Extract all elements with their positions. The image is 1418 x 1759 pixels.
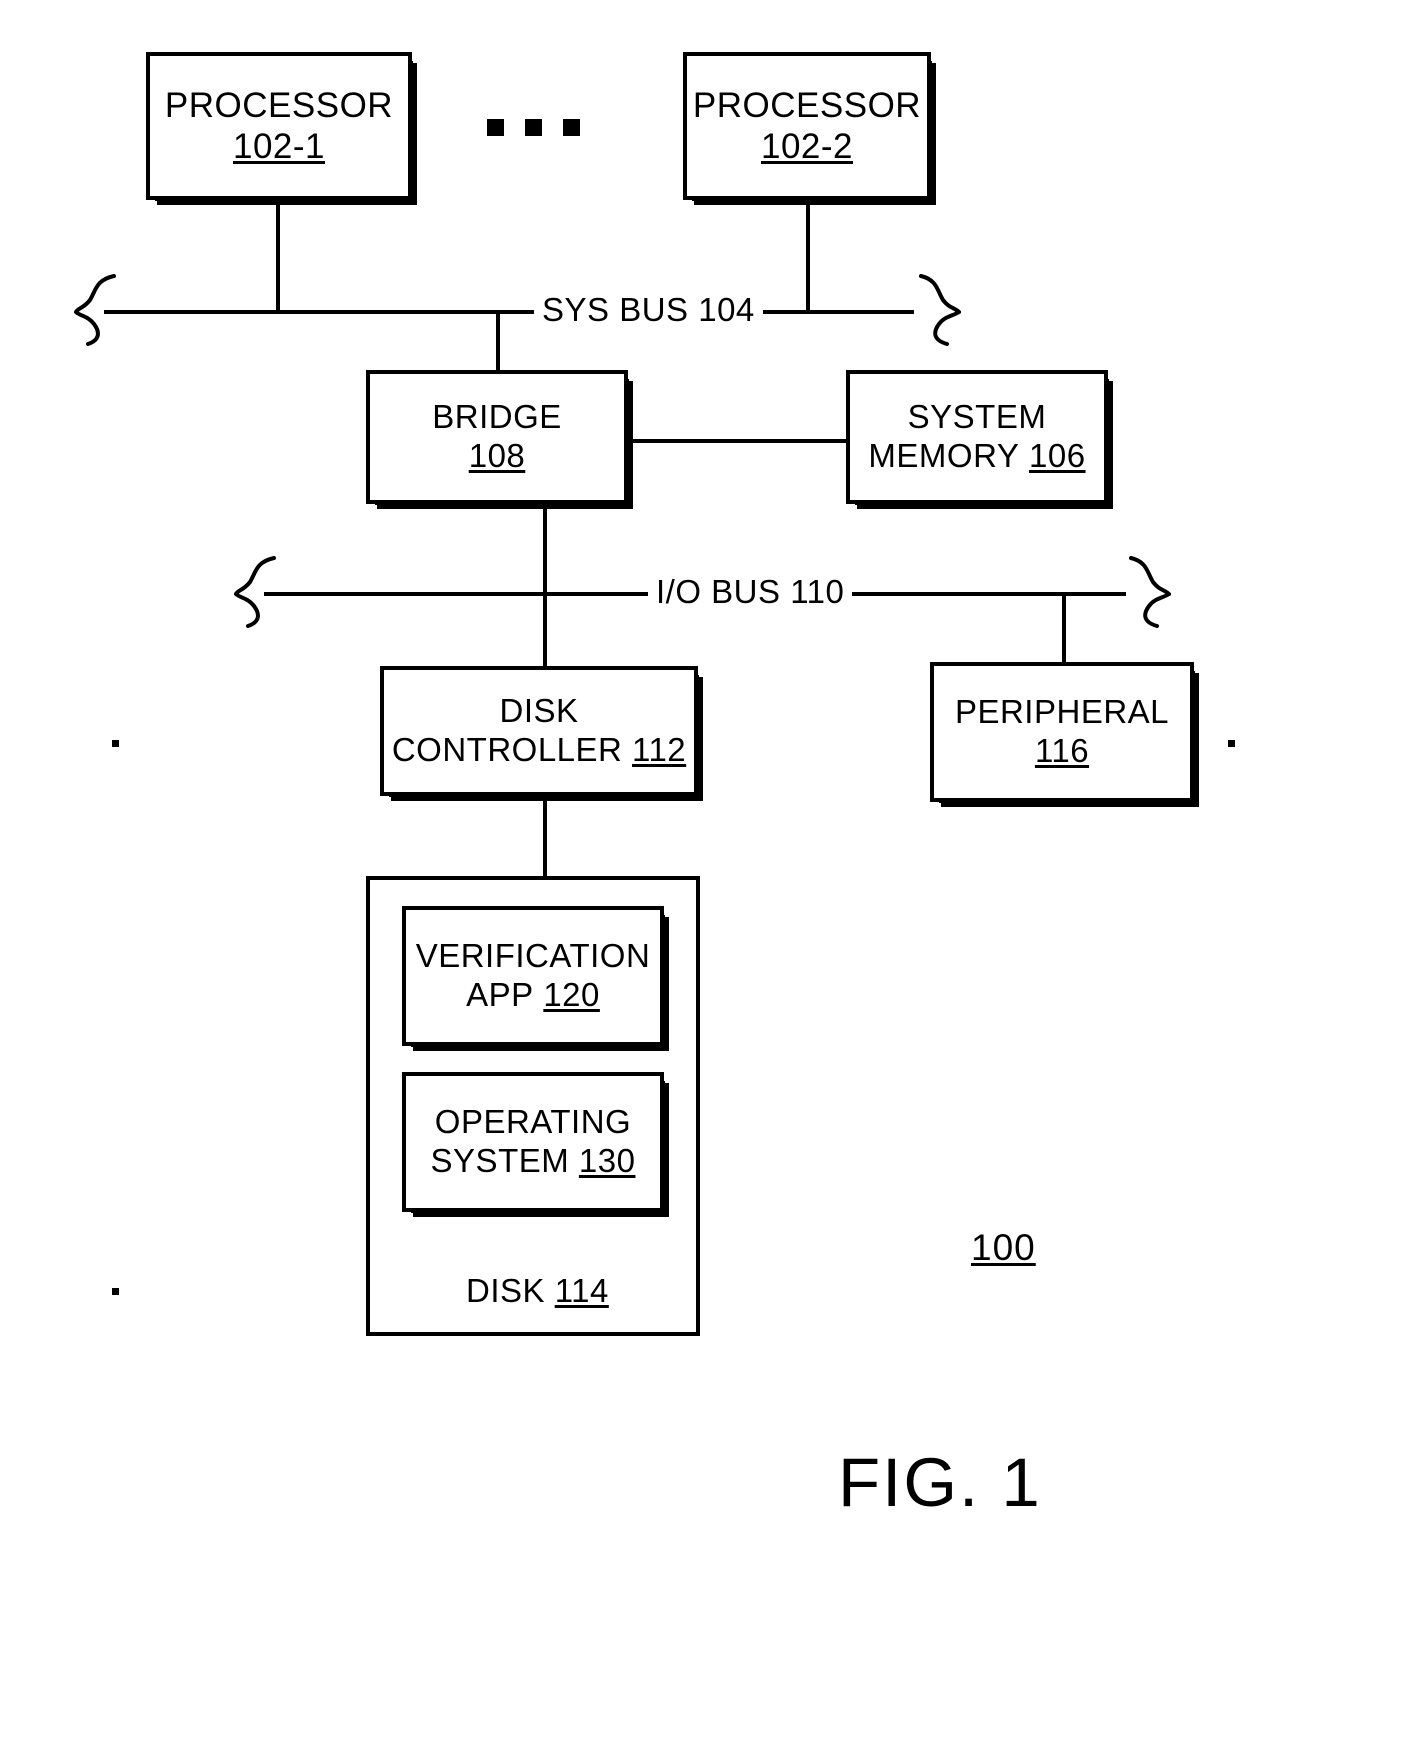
ellipsis-dot-1 (487, 119, 504, 136)
sys-bus-right-break-icon (919, 274, 961, 346)
processor-102-2-ref: 102-2 (760, 127, 854, 166)
system-memory-subtitle-line: MEMORY 106 (868, 437, 1085, 476)
bridge-title: BRIDGE (432, 398, 562, 436)
ellipsis-dot-2 (525, 119, 542, 136)
system-reference-numeral: 100 (971, 1227, 1036, 1268)
operating-system-subtitle-line: SYSTEM 130 (431, 1142, 636, 1181)
ellipsis-dot-3 (563, 119, 580, 136)
io-bus-label: I/O BUS 110 (648, 573, 853, 611)
disk-controller-subtitle-line: CONTROLLER 112 (392, 731, 686, 770)
block-processor-102-1: PROCESSOR 102-1 (146, 52, 417, 205)
verification-app-subtitle: APP (466, 976, 534, 1013)
block-disk-controller-112: DISK CONTROLLER 112 (380, 666, 703, 801)
operating-system-ref: 130 (578, 1142, 636, 1179)
link-bridge-to-system-memory (628, 439, 848, 443)
disk-controller-ref: 112 (632, 731, 687, 768)
system-memory-subtitle: MEMORY (868, 437, 1020, 474)
lead-processor-102-1-to-sysbus (276, 200, 280, 312)
sys-bus-label: SYS BUS 104 (534, 291, 763, 329)
block-processor-102-2: PROCESSOR 102-2 (683, 52, 936, 205)
lead-disk-controller-to-disk (543, 796, 547, 878)
block-system-memory-106: SYSTEM MEMORY 106 (846, 370, 1113, 509)
scan-speck-left (112, 740, 119, 747)
verification-app-ref: 120 (543, 976, 600, 1013)
lead-bridge-to-iobus (543, 504, 547, 594)
block-bridge-108: BRIDGE 108 (366, 370, 633, 509)
verification-app-subtitle-line: APP 120 (466, 976, 600, 1015)
lead-processor-102-2-to-sysbus (806, 200, 810, 312)
block-verification-app-120: VERIFICATION APP 120 (402, 906, 669, 1051)
lead-iobus-to-peripheral (1062, 592, 1066, 664)
patent-figure-1: PROCESSOR 102-1 PROCESSOR 102-2 SYS BUS … (0, 0, 1418, 1759)
block-peripheral-116: PERIPHERAL 116 (930, 662, 1199, 807)
processor-102-1-ref: 102-1 (232, 127, 326, 166)
ellipsis-dots (487, 119, 580, 136)
peripheral-title: PERIPHERAL (954, 693, 1170, 731)
scan-speck-lower-left (112, 1288, 119, 1295)
disk-controller-subtitle: CONTROLLER (391, 731, 623, 768)
bridge-ref: 108 (468, 437, 526, 474)
io-bus-right-break-icon (1129, 556, 1171, 628)
system-memory-ref: 106 (1029, 437, 1086, 474)
operating-system-title: OPERATING (434, 1103, 632, 1141)
disk-enclosure-label: DISK 114 (458, 1272, 617, 1310)
processor-102-2-title: PROCESSOR (692, 85, 922, 125)
disk-title: DISK (466, 1272, 546, 1309)
processor-102-1-title: PROCESSOR (164, 85, 394, 125)
disk-controller-title: DISK (499, 692, 579, 730)
io-bus-left-break-icon (234, 556, 276, 628)
peripheral-ref: 116 (1034, 732, 1090, 769)
system-memory-title: SYSTEM (907, 398, 1047, 436)
verification-app-title: VERIFICATION (415, 937, 651, 975)
lead-sysbus-to-bridge (496, 310, 500, 372)
figure-caption: FIG. 1 (838, 1444, 1042, 1521)
lead-iobus-to-disk-controller (543, 592, 547, 668)
disk-ref: 114 (554, 1272, 609, 1309)
scan-speck-right (1228, 740, 1235, 747)
operating-system-subtitle: SYSTEM (430, 1142, 570, 1179)
block-operating-system-130: OPERATING SYSTEM 130 (402, 1072, 669, 1217)
sys-bus-left-break-icon (74, 274, 116, 346)
sys-bus-line (104, 310, 914, 314)
